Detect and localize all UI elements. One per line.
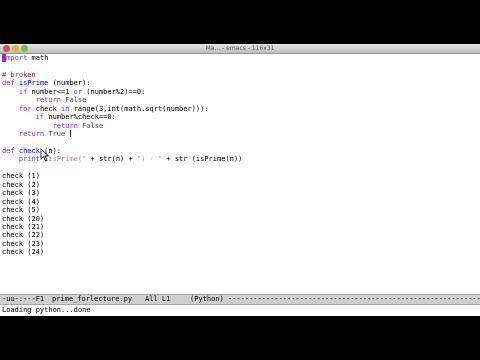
emacs-window: Ma... - emacs - 116x31 import math # brok… xyxy=(0,44,480,316)
code-token: check (21) xyxy=(2,223,45,231)
code-line[interactable]: check (20) xyxy=(2,215,44,223)
code-token: number%check==0: xyxy=(44,113,116,122)
code-token: math xyxy=(27,54,49,62)
code-token: False xyxy=(65,96,87,105)
code-token: return xyxy=(18,130,45,139)
code-token: + str (isPrime(n)) xyxy=(162,155,243,164)
window-title: Ma... - emacs - 116x31 xyxy=(205,45,275,52)
video-frame: Ma... - emacs - 116x31 import math # brok… xyxy=(0,0,480,360)
code-token: check (5) xyxy=(2,206,40,215)
code-token: for xyxy=(18,104,32,113)
modeline-position: All L1 xyxy=(145,295,171,303)
code-line[interactable]: return True xyxy=(2,130,65,138)
mode-line: -uu-:---F1 prime_forlecture.py All L1 (P… xyxy=(0,294,480,305)
code-token: False xyxy=(82,121,104,130)
editor-buffer[interactable]: import math # broken def isPrime (number):… xyxy=(0,54,480,294)
code-token: check (2) xyxy=(2,180,40,189)
code-line[interactable]: check (22) xyxy=(2,231,44,239)
code-token: (number%2)==0: xyxy=(82,87,146,96)
code-line[interactable]: check (1) xyxy=(2,172,40,180)
code-line[interactable]: check (2) xyxy=(2,181,40,189)
code-line[interactable]: return False xyxy=(2,96,87,105)
code-line[interactable]: for check in range(3,int(math.sqrt(numbe… xyxy=(2,105,209,113)
code-line[interactable]: return False xyxy=(2,121,104,130)
modeline-fill: ----------------------------------------… xyxy=(228,295,480,303)
code-token: print xyxy=(18,155,40,164)
code-line[interactable]: # broken xyxy=(2,71,36,79)
modeline-status: -uu-:---F1 xyxy=(2,295,45,303)
title-bar[interactable]: Ma... - emacs - 116x31 xyxy=(0,44,480,54)
code-token: check (4) xyxy=(2,197,40,206)
code-token: def xyxy=(2,146,19,155)
code-token: if xyxy=(35,113,45,122)
code-line[interactable]: import math xyxy=(2,54,48,62)
code-line[interactable]: check (4) xyxy=(2,198,40,206)
code-token: check (22) xyxy=(2,231,45,240)
mouse-pointer-icon xyxy=(40,148,50,162)
code-token: (number): xyxy=(48,79,91,88)
code-token: import xyxy=(2,54,28,62)
code-token: check xyxy=(31,104,62,113)
code-token: check (20) xyxy=(2,214,45,223)
code-token: isPrime xyxy=(18,79,49,88)
code-line[interactable]: print "isPrime(" + str(n) + ") - " + str… xyxy=(2,155,242,163)
code-line[interactable]: if number%check==0: xyxy=(2,113,116,121)
code-token: check (1) xyxy=(2,172,40,181)
modeline-buffer-name[interactable]: prime_forlecture.py xyxy=(52,295,132,304)
code-token: "isPrime(" xyxy=(44,155,87,164)
code-token: return xyxy=(35,96,62,105)
code-token: or xyxy=(73,87,83,96)
code-token: def xyxy=(2,79,19,88)
code-token: # broken xyxy=(2,70,36,79)
code-token: ") - " xyxy=(136,155,163,164)
code-token: + str(n) + xyxy=(86,155,137,164)
code-token: number<=1 xyxy=(27,87,74,96)
code-token: check (3) xyxy=(2,189,40,198)
code-line[interactable]: def check (n): xyxy=(2,147,61,155)
code-token: check (24) xyxy=(2,248,45,257)
code-line[interactable]: check (5) xyxy=(2,206,40,214)
modeline-mode[interactable]: (Python) xyxy=(190,295,224,304)
code-token: True xyxy=(48,130,66,139)
code-token: check (23) xyxy=(2,239,45,248)
code-line[interactable]: def isPrime (number): xyxy=(2,79,91,87)
code-line[interactable]: check (3) xyxy=(2,189,40,197)
code-line[interactable]: check (23) xyxy=(2,240,44,248)
code-token: range(3,int(math.sqrt(number))): xyxy=(69,104,209,113)
minibuffer-message: Loading python...done xyxy=(2,306,91,314)
code-line[interactable]: check (21) xyxy=(2,223,44,231)
code-line[interactable]: if number<=1 or (number%2)==0: xyxy=(2,88,145,96)
code-token: check xyxy=(18,146,40,155)
code-token: return xyxy=(52,121,78,130)
text-caret xyxy=(70,130,71,138)
code-line[interactable]: check (24) xyxy=(2,248,44,256)
minibuffer[interactable]: Loading python...done xyxy=(0,305,480,316)
